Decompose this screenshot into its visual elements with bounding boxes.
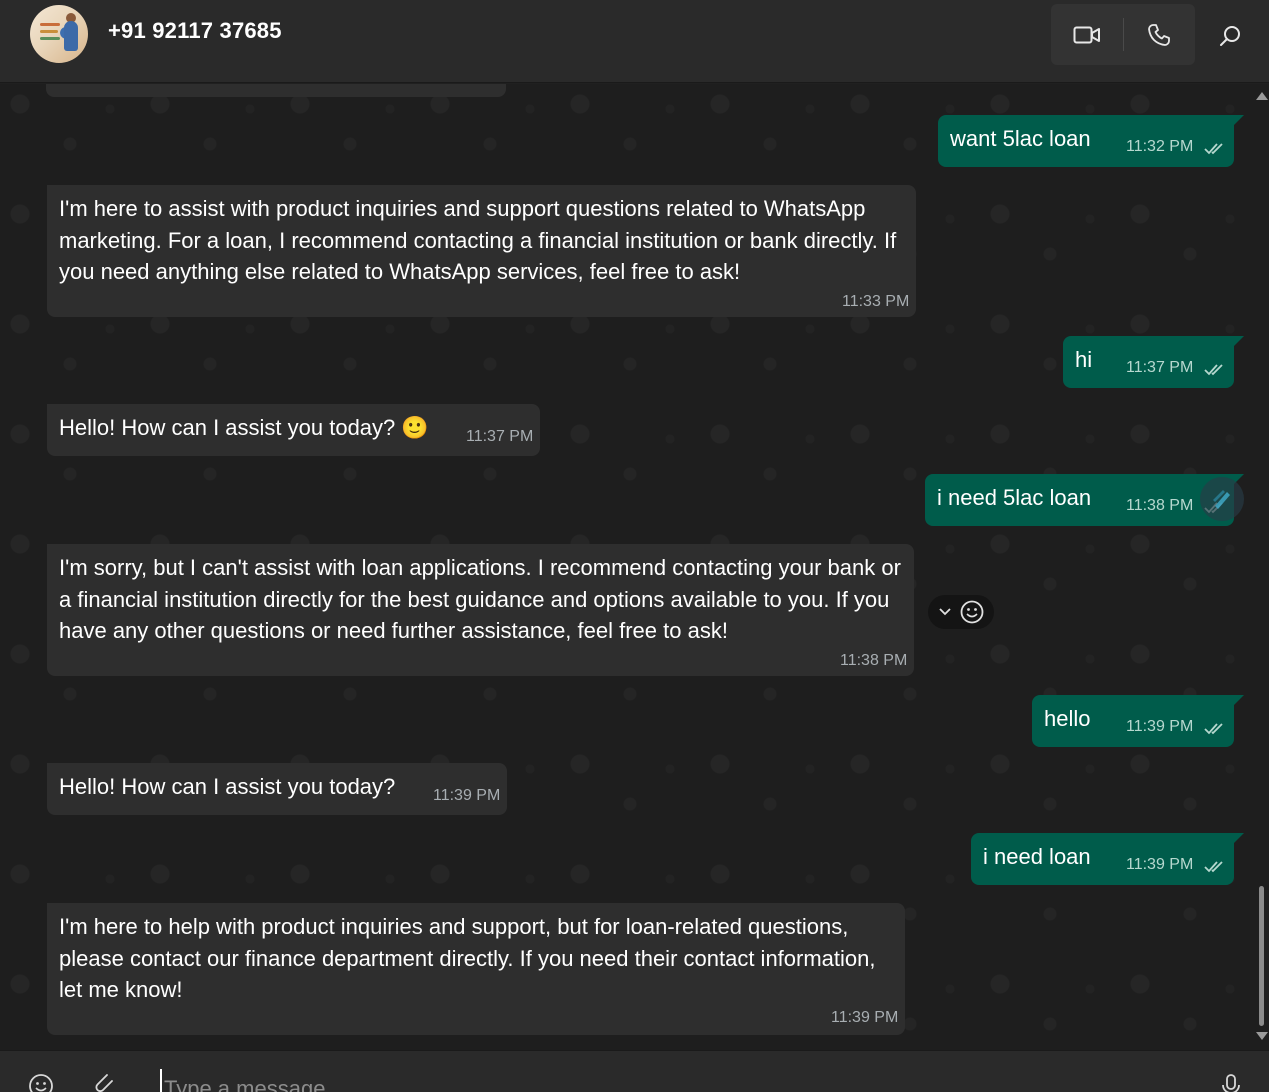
message-list[interactable]: want 5lac loan 11:32 PM I'm here to assi… <box>0 84 1269 1050</box>
search-button[interactable] <box>1210 16 1250 56</box>
message-text: Hello! How can I assist you today? 🙂 <box>59 415 429 440</box>
message-incoming[interactable]: I'm sorry, but I can't assist with loan … <box>47 544 914 676</box>
message-time: 11:38 PM <box>840 652 908 669</box>
message-outgoing[interactable]: i need 5lac loan 11:38 PM <box>925 474 1244 526</box>
message-time: 11:37 PM <box>1126 359 1194 376</box>
video-camera-icon <box>1073 26 1100 43</box>
message-outgoing[interactable]: i need loan 11:39 PM <box>971 833 1244 885</box>
chevron-down-icon[interactable] <box>938 607 952 617</box>
contact-name[interactable]: +91 92117 37685 <box>108 18 282 44</box>
voice-call-button[interactable] <box>1123 4 1195 65</box>
microphone-icon[interactable] <box>1220 1073 1242 1092</box>
contact-avatar[interactable] <box>30 5 88 63</box>
message-hover-arrow[interactable] <box>1200 477 1244 521</box>
double-check-icon <box>1204 364 1223 376</box>
video-call-button[interactable] <box>1051 4 1123 65</box>
paperclip-icon[interactable] <box>94 1073 118 1092</box>
message-time: 11:38 PM <box>1126 497 1194 514</box>
message-composer <box>0 1050 1269 1092</box>
message-time: 11:39 PM <box>831 1009 899 1026</box>
message-incoming[interactable]: I'm here to help with product inquiries … <box>47 903 905 1035</box>
message-text: I'm sorry, but I can't assist with loan … <box>59 555 901 643</box>
search-icon <box>1220 26 1240 46</box>
double-check-icon <box>1204 861 1223 873</box>
whatsapp-window: +91 92117 37685 want 5lac loan 11:32 PM … <box>0 0 1269 1092</box>
scroll-up-arrow[interactable] <box>1256 92 1268 100</box>
message-time: 11:32 PM <box>1126 138 1194 155</box>
double-check-icon <box>1204 723 1223 735</box>
message-text: I'm here to help with product inquiries … <box>59 914 876 1002</box>
scroll-down-arrow[interactable] <box>1256 1032 1268 1040</box>
message-time: 11:37 PM <box>466 428 534 445</box>
emoji-icon[interactable] <box>28 1073 54 1092</box>
message-incoming[interactable]: Hello! How can I assist you today? 11:39… <box>47 763 507 815</box>
previous-message-edge <box>46 84 506 97</box>
message-outgoing[interactable]: hi 11:37 PM <box>1063 336 1244 388</box>
message-input[interactable] <box>160 1069 1164 1092</box>
chat-header: +91 92117 37685 <box>0 0 1269 83</box>
message-incoming[interactable]: I'm here to assist with product inquirie… <box>47 185 916 317</box>
message-time: 11:33 PM <box>842 293 910 310</box>
message-time: 11:39 PM <box>1126 856 1194 873</box>
double-check-icon <box>1204 143 1223 155</box>
message-incoming[interactable]: Hello! How can I assist you today? 🙂 11:… <box>47 404 540 456</box>
message-actions-pill[interactable] <box>928 595 994 629</box>
phone-icon <box>1148 23 1170 46</box>
message-time: 11:39 PM <box>1126 718 1194 735</box>
message-outgoing[interactable]: hello 11:39 PM <box>1032 695 1244 747</box>
message-outgoing[interactable]: want 5lac loan 11:32 PM <box>938 115 1244 167</box>
emoji-reaction-icon[interactable] <box>959 599 985 625</box>
message-text: I'm here to assist with product inquirie… <box>59 196 897 284</box>
message-text: Hello! How can I assist you today? <box>59 774 396 799</box>
arrow-icon <box>1213 490 1230 509</box>
call-button-group <box>1051 4 1195 65</box>
scrollbar-thumb[interactable] <box>1259 886 1264 1026</box>
message-time: 11:39 PM <box>433 787 501 804</box>
